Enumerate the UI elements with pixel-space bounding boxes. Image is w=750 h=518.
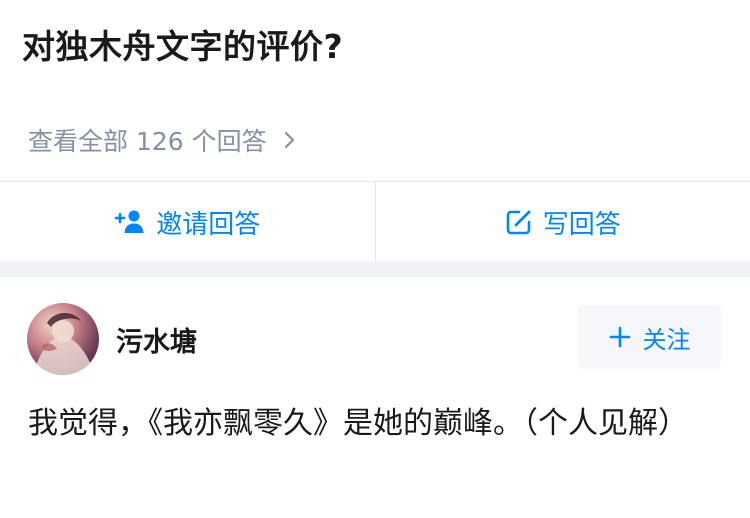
section-gap (0, 261, 750, 277)
action-bar: 邀请回答 写回答 (0, 181, 750, 262)
avatar-image (35, 312, 91, 375)
avatar[interactable] (27, 303, 99, 375)
plus-icon (609, 326, 630, 348)
edit-icon (506, 210, 531, 235)
follow-label: 关注 (642, 325, 691, 354)
follow-button[interactable]: 关注 (578, 305, 721, 369)
add-user-icon (114, 210, 144, 233)
view-all-answers-label: 查看全部 126 个回答 (28, 127, 267, 156)
chevron-right-icon (284, 131, 294, 149)
invite-answer-label: 邀请回答 (156, 209, 261, 240)
write-answer-label: 写回答 (542, 209, 621, 240)
view-all-answers-link[interactable]: 查看全部 126 个回答 (28, 122, 299, 158)
question-header: 对独木舟文字的评价? 查看全部 126 个回答 (0, 0, 750, 181)
invite-answer-button[interactable]: 邀请回答 (0, 182, 375, 262)
answer-text[interactable]: 我觉得，《我亦飘零久》是她的巅峰。（个人见解） (28, 400, 728, 448)
write-answer-button[interactable]: 写回答 (376, 182, 750, 262)
question-page: 对独木舟文字的评价? 查看全部 126 个回答 邀请回答 写回答 污水塘 关注 … (0, 0, 750, 518)
question-title: 对独木舟文字的评价? (22, 27, 344, 66)
answer-card: 污水塘 关注 我觉得，《我亦飘零久》是她的巅峰。（个人见解） (0, 277, 750, 518)
author-name[interactable]: 污水塘 (116, 320, 197, 359)
